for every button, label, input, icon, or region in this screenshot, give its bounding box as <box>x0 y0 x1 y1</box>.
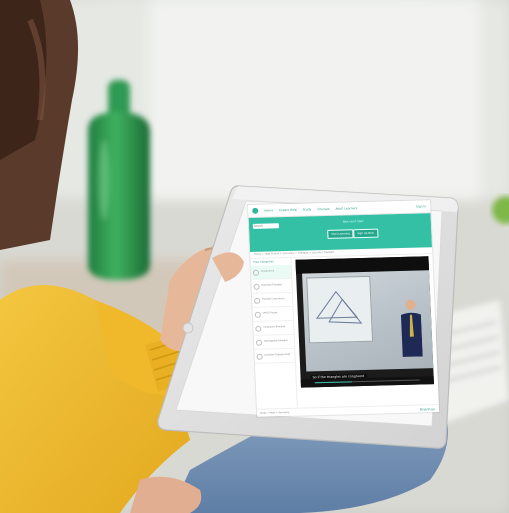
triangle-drawing-icon <box>316 290 363 324</box>
hero-prompt: New user? Start <box>342 219 364 224</box>
lesson-list: Play Categories Congruence Isosceles Tri… <box>250 257 298 409</box>
lesson-item[interactable]: Congruence <box>250 264 292 280</box>
nav-item-courses[interactable]: Courses <box>317 207 329 211</box>
lesson-item[interactable]: Isosceles Triangles <box>251 278 292 294</box>
start-learning-button[interactable]: Start Learning <box>327 229 354 239</box>
nav-item-study[interactable]: Study <box>303 207 312 211</box>
footer-text: Study > Math > Geometry <box>260 410 290 415</box>
checkbox-icon <box>252 269 260 276</box>
checkbox-icon <box>255 339 263 346</box>
lesson-item[interactable]: Isosceles Triangle Proof <box>254 348 295 364</box>
nav-item-expert-help[interactable]: Expert Help <box>279 208 297 212</box>
logo-icon <box>252 207 259 214</box>
search-input[interactable]: Search <box>252 223 280 229</box>
checkbox-icon <box>254 311 261 318</box>
sign-up-button[interactable]: Sign Up Now <box>353 228 379 239</box>
lesson-item[interactable]: CPCTC Proofs <box>252 306 294 322</box>
photo-scene: Home Expert Help Study Courses Adult Lea… <box>0 0 509 513</box>
nav-item-adult-learners[interactable]: Adult Learners <box>335 206 357 211</box>
video-frame <box>302 270 434 372</box>
checkbox-icon <box>256 353 263 360</box>
lesson-item[interactable]: Congruent Triangles <box>253 320 294 336</box>
video-progress-bar[interactable] <box>314 379 420 384</box>
sign-in-link[interactable]: Sign In <box>416 204 426 208</box>
lesson-item[interactable]: Triangle Congruence <box>251 292 293 308</box>
lesson-item[interactable]: Overlapping Triangles <box>253 334 295 350</box>
tablet-screen: Home Expert Help Study Courses Adult Lea… <box>248 200 440 417</box>
checkbox-icon <box>255 325 262 332</box>
video-player[interactable]: So if the triangles are congruent <box>295 256 434 388</box>
instructor-figure-icon <box>400 299 423 357</box>
checkbox-icon <box>254 297 261 304</box>
whiteboard <box>306 275 374 344</box>
checkbox-icon <box>253 283 260 290</box>
hero-banner: Search New user? Start Start Learning Si… <box>248 213 433 252</box>
nav-item-home[interactable]: Home <box>264 208 273 212</box>
lesson-area: Play Categories Congruence Isosceles Tri… <box>250 254 439 409</box>
video-progress-fill <box>314 381 352 384</box>
instructor <box>398 297 423 358</box>
